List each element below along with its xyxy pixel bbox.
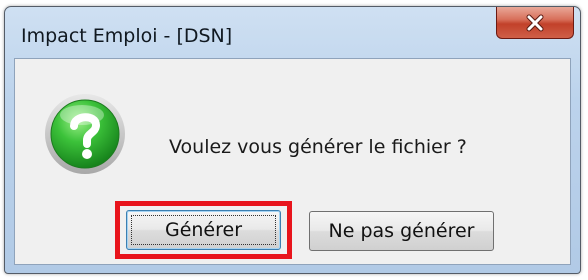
skip-generate-button-label: Ne pas générer <box>328 220 475 242</box>
generate-button[interactable]: Générer <box>126 210 281 250</box>
title-bar[interactable]: Impact Emploi - [DSN] <box>5 7 580 59</box>
dialog-body: Voulez vous générer le fichier ? Générer… <box>14 58 571 265</box>
dialog-window: Impact Emploi - [DSN] Voulez vous génére… <box>4 6 581 274</box>
close-icon <box>525 14 545 32</box>
close-button[interactable] <box>496 7 574 39</box>
dialog-message: Voulez vous générer le fichier ? <box>169 136 467 158</box>
window-title: Impact Emploi - [DSN] <box>21 25 233 47</box>
generate-button-label: Générer <box>164 219 243 241</box>
question-icon <box>44 93 126 175</box>
skip-generate-button[interactable]: Ne pas générer <box>309 211 494 251</box>
